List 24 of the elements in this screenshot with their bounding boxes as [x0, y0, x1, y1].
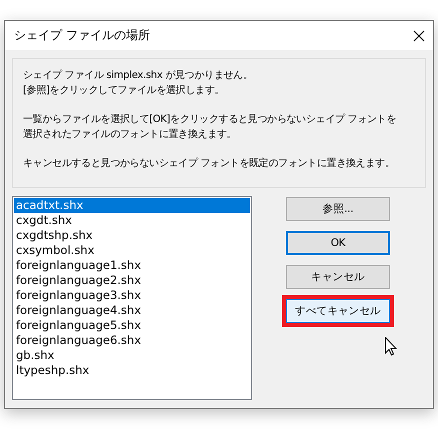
- dialog-button[interactable]: OK: [286, 231, 390, 255]
- list-item[interactable]: gb.shx: [14, 348, 250, 363]
- window-title: シェイプ ファイルの場所: [14, 27, 150, 44]
- list-item[interactable]: acadtxt.shx: [14, 198, 250, 213]
- cursor-icon: [385, 337, 397, 356]
- message-text: 一覧からファイルを選択して[OK]をクリックすると見つからないシェイプ フォントを: [23, 112, 396, 127]
- list-item[interactable]: cxsymbol.shx: [14, 243, 250, 258]
- message-text: キャンセルすると見つからないシェイプ フォントを既定のフォントに置き換えます。: [23, 156, 394, 171]
- close-icon[interactable]: [413, 30, 425, 42]
- message-text: [参照]をクリックしてファイルを選択します。: [23, 84, 224, 98]
- list-item[interactable]: foreignlanguage5.shx: [14, 318, 250, 333]
- dialog-button[interactable]: 参照...: [286, 197, 390, 221]
- message-text: 選択されたファイルのフォントに置き換えます。: [23, 128, 236, 142]
- list-item[interactable]: foreignlanguage1.shx: [14, 258, 250, 273]
- list-item[interactable]: foreignlanguage2.shx: [14, 273, 250, 288]
- list-item[interactable]: foreignlanguage3.shx: [14, 288, 250, 303]
- list-item[interactable]: cxgdt.shx: [14, 213, 250, 228]
- list-item[interactable]: cxgdtshp.shx: [14, 228, 250, 243]
- message-text: シェイプ ファイル simplex.shx が見つかりません。: [23, 68, 253, 83]
- list-item[interactable]: foreignlanguage6.shx: [14, 333, 250, 348]
- dialog-button[interactable]: キャンセル: [286, 265, 390, 289]
- list-item[interactable]: ltypeshp.shx: [14, 363, 250, 378]
- list-item[interactable]: foreignlanguage4.shx: [14, 303, 250, 318]
- file-list[interactable]: acadtxt.shx cxgdt.shx cxgdtshp.shx cxsymbol.shx foreignlanguage1.shx foreignlanguage2.shx foreignlanguage3.shx foreignlanguage4.shx foreignlanguage5.shx foreignlanguage6.shx gb.shx ltypeshp.shx: [12, 196, 252, 400]
